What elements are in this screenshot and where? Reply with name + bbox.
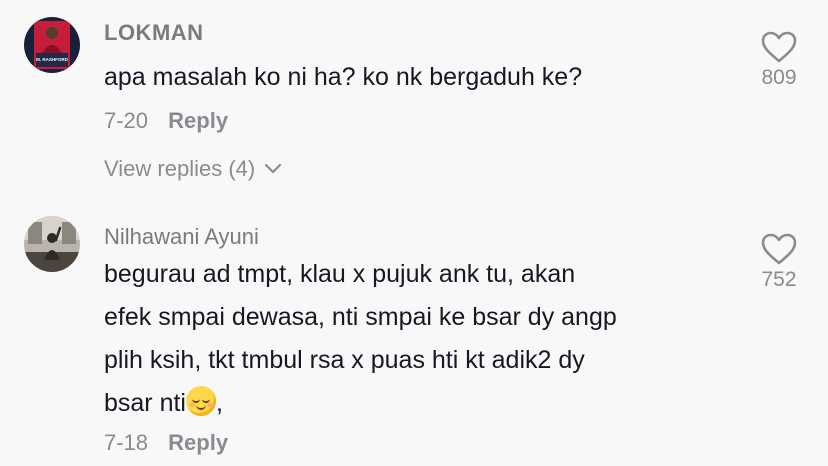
avatar[interactable]: M. RASHFORD xyxy=(24,17,80,73)
comment-text-line: plih ksih, tkt tmbul rsa x puas hti kt a… xyxy=(104,346,585,374)
reply-button[interactable]: Reply xyxy=(168,430,228,455)
chevron-down-icon xyxy=(265,163,282,174)
comment-text-line-last: bsar nti, xyxy=(104,382,724,425)
like-count: 752 xyxy=(761,268,797,291)
reply-button[interactable]: Reply xyxy=(168,108,228,133)
comment-text-line: apa masalah ko ni ha? ko nk bergaduh ke? xyxy=(104,63,583,91)
like-button[interactable]: 752 xyxy=(744,232,814,292)
comment-text: begurau ad tmpt, klau x pujuk ank tu, ak… xyxy=(104,253,724,425)
avatar[interactable] xyxy=(24,216,80,272)
comment-date: 7-18 xyxy=(104,430,149,455)
comment-text-suffix: , xyxy=(215,389,223,417)
comment-item: Nilhawani Ayuni begurau ad tmpt, klau x … xyxy=(0,200,828,466)
comment-date: 7-20 xyxy=(104,108,149,133)
comment-text-line: begurau ad tmpt, klau x pujuk ank tu, ak… xyxy=(104,260,576,288)
comment-username[interactable]: Nilhawani Ayuni xyxy=(104,224,259,250)
comment-text-fragment: bsar nti xyxy=(104,389,186,417)
comment-text: apa masalah ko ni ha? ko nk bergaduh ke? xyxy=(104,56,724,99)
like-button[interactable]: 809 xyxy=(744,30,814,90)
comment-item: M. RASHFORD LOKMAN apa masalah ko ni ha?… xyxy=(0,0,828,200)
comment-text-line: efek smpai dewasa, nti smpai ke bsar dy … xyxy=(104,303,617,331)
view-replies-label: View replies (4) xyxy=(104,156,256,181)
view-replies-button[interactable]: View replies (4) xyxy=(104,156,283,182)
heart-outline-icon xyxy=(761,233,797,265)
heart-outline-icon xyxy=(761,31,797,63)
like-count: 809 xyxy=(761,66,797,89)
comment-username[interactable]: LOKMAN xyxy=(104,20,204,46)
comment-meta: 7-20 Reply xyxy=(104,108,228,134)
relieved-face-emoji xyxy=(185,386,216,416)
avatar-caption: M. RASHFORD xyxy=(36,57,68,62)
comment-meta: 7-18 Reply xyxy=(104,430,228,456)
